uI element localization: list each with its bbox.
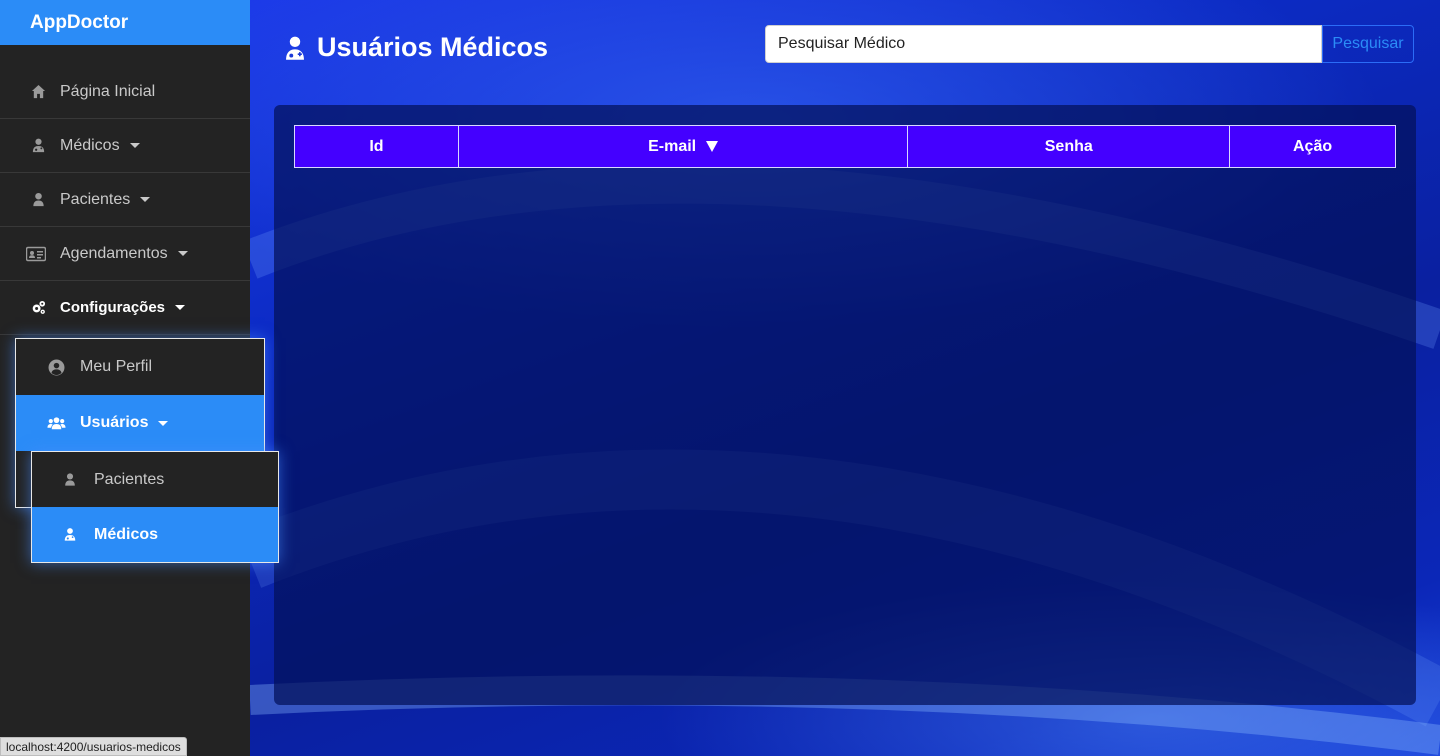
- menu-item-label: Usuários: [80, 414, 149, 431]
- chevron-down-icon: [129, 143, 140, 148]
- table-header-row: Id E-mail Senha Ação: [294, 125, 1396, 168]
- sidebar-item-label: Médicos: [60, 136, 120, 154]
- search-bar: Pesquisar: [765, 25, 1414, 63]
- chevron-down-icon: [158, 420, 169, 426]
- doctor-icon: [60, 526, 80, 544]
- doctor-icon: [284, 34, 308, 62]
- chevron-down-icon: [177, 251, 188, 256]
- column-header-id[interactable]: Id: [294, 125, 459, 168]
- menu-item-pacientes[interactable]: Pacientes: [32, 452, 278, 507]
- column-header-label: E-mail: [648, 137, 697, 155]
- id-card-icon: [26, 246, 46, 262]
- status-bar-url: localhost:4200/usuarios-medicos: [0, 737, 187, 756]
- main-content: Usuários Médicos Pesquisar Id E-mail Sen…: [250, 0, 1440, 756]
- users-icon: [46, 414, 66, 432]
- menu-item-label: Médicos: [94, 525, 159, 543]
- chevron-down-icon: [175, 305, 186, 310]
- column-header-senha[interactable]: Senha: [907, 125, 1231, 168]
- sort-down-icon: [706, 140, 719, 152]
- page-title: Usuários Médicos: [284, 32, 548, 63]
- menu-item-medicos[interactable]: Médicos: [32, 507, 278, 562]
- table-panel: Id E-mail Senha Ação: [274, 105, 1416, 705]
- home-icon: [30, 84, 46, 100]
- sidebar-item-agendamentos[interactable]: Agendamentos: [0, 227, 250, 281]
- menu-item-label: Pacientes: [94, 470, 165, 488]
- page-title-text: Usuários Médicos: [317, 32, 549, 62]
- column-header-email[interactable]: E-mail: [457, 125, 909, 168]
- search-input[interactable]: [765, 25, 1322, 63]
- sidebar-item-pagina-inicial[interactable]: Página Inicial: [0, 65, 250, 119]
- users-dropdown: Pacientes Médicos: [31, 451, 279, 563]
- sidebar-nav: Página Inicial Médicos Pacientes Agendam…: [0, 65, 250, 335]
- sidebar-item-configuracoes[interactable]: Configurações: [0, 281, 250, 335]
- sidebar-item-label: Agendamentos: [60, 244, 168, 262]
- sidebar-item-label: Configurações: [60, 299, 166, 316]
- search-button[interactable]: Pesquisar: [1322, 25, 1414, 63]
- users-table: Id E-mail Senha Ação: [294, 125, 1396, 168]
- column-header-acao[interactable]: Ação: [1229, 125, 1396, 168]
- chevron-down-icon: [140, 197, 151, 202]
- sidebar-item-label: Pacientes: [60, 190, 131, 208]
- doctor-icon: [30, 138, 46, 154]
- sidebar-item-label: Página Inicial: [60, 82, 156, 100]
- sidebar-item-pacientes[interactable]: Pacientes: [0, 173, 250, 227]
- gears-icon: [30, 300, 46, 316]
- sidebar-item-medicos[interactable]: Médicos: [0, 119, 250, 173]
- user-circle-icon: [46, 358, 66, 376]
- user-icon: [30, 192, 46, 208]
- menu-item-label: Meu Perfil: [80, 358, 153, 375]
- user-icon: [60, 471, 80, 489]
- brand-title[interactable]: AppDoctor: [0, 0, 250, 45]
- menu-item-meu-perfil[interactable]: Meu Perfil: [16, 339, 264, 395]
- menu-item-usuarios[interactable]: Usuários: [16, 395, 264, 451]
